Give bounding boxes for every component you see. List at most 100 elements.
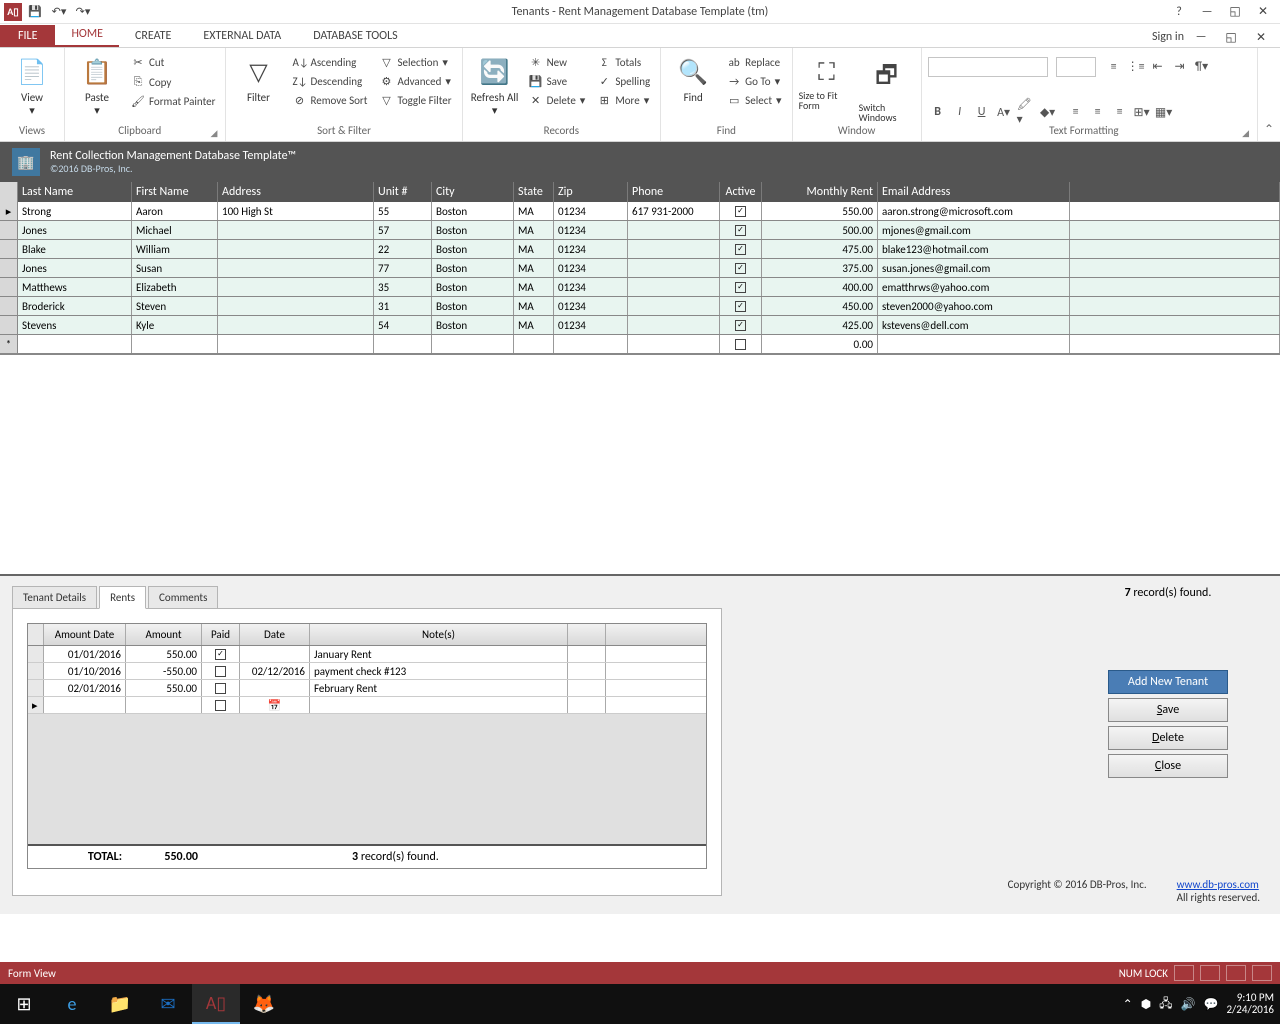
close-icon[interactable]: ✕ [1250,2,1276,22]
firefox-icon[interactable]: 🦊 [240,984,288,1024]
tab-external-data[interactable]: EXTERNAL DATA [187,25,297,47]
view-button[interactable]: 📄View▾ [6,54,58,117]
cut-button[interactable]: ✂Cut [127,54,219,71]
dropbox-icon[interactable]: ⬢ [1141,997,1151,1012]
switch-windows-button[interactable]: 🗗Switch Windows [859,54,915,123]
tab-file[interactable]: FILE [0,25,55,47]
col-city[interactable]: City [432,182,514,202]
rentcol-amount[interactable]: Amount [126,624,202,645]
collapse-ribbon-icon[interactable]: ⌃ [1258,48,1280,141]
size-to-fit-button[interactable]: ⛶Size to Fit Form [799,54,855,111]
tenant-row[interactable]: ▸StrongAaron100 High St55BostonMA0123461… [0,202,1280,221]
rent-new-row[interactable]: ▸ 📅 [28,697,706,714]
checkbox-icon[interactable]: ✓ [215,649,226,660]
date-picker-icon[interactable]: 📅 [240,697,310,713]
mdi-close-icon[interactable]: ✕ [1248,27,1274,47]
col-unit[interactable]: Unit # [374,182,432,202]
file-explorer-icon[interactable]: 📁 [96,984,144,1024]
align-center-icon[interactable]: ≡ [1088,103,1108,121]
checkbox-icon[interactable]: ✓ [735,225,746,236]
tenant-row[interactable]: JonesSusan77BostonMA01234✓375.00susan.jo… [0,259,1280,278]
delete-button[interactable]: Delete [1108,726,1228,750]
checkbox-icon[interactable]: ✓ [735,244,746,255]
tenant-row[interactable]: StevensKyle54BostonMA01234✓425.00ksteven… [0,316,1280,335]
selection-button[interactable]: ▽Selection▾ [375,54,455,71]
paste-button[interactable]: 📋Paste▾ [71,54,123,117]
copy-button[interactable]: ⎘Copy [127,73,219,91]
action-center-icon[interactable]: 💬 [1204,997,1219,1012]
bullets-icon[interactable]: ≡ [1104,58,1124,76]
redo-icon[interactable]: ↷▾ [72,2,94,22]
layout-view-icon[interactable] [1226,965,1246,981]
checkbox-icon[interactable]: ✓ [735,282,746,293]
gridlines-icon[interactable]: ⊞▾ [1132,103,1152,121]
restore-icon[interactable]: ◱ [1222,2,1248,22]
design-view-icon[interactable] [1252,965,1272,981]
align-right-icon[interactable]: ≡ [1110,103,1130,121]
mdi-restore-icon[interactable]: ◱ [1218,27,1244,47]
form-view-icon[interactable] [1174,965,1194,981]
tenant-row[interactable]: JonesMichael57BostonMA01234✓500.00mjones… [0,221,1280,240]
advanced-button[interactable]: ⚙Advanced▾ [375,73,455,90]
sign-in-link[interactable]: Sign in [1152,30,1184,44]
rentcol-notes[interactable]: Note(s) [310,624,568,645]
highlight-icon[interactable]: 🖍▾ [1016,103,1036,121]
col-lastname[interactable]: Last Name [18,182,132,202]
replace-button[interactable]: abReplace [723,54,785,71]
save-button[interactable]: Save [1108,698,1228,722]
help-icon[interactable]: ? [1166,2,1192,22]
filter-button[interactable]: ▽Filter [232,54,284,104]
col-rent[interactable]: Monthly Rent [762,182,878,202]
alternate-row-icon[interactable]: ▦▾ [1154,103,1174,121]
undo-icon[interactable]: ↶▾ [48,2,70,22]
access-icon[interactable]: A▯ [192,984,240,1024]
ascending-button[interactable]: A↓Ascending [288,54,371,71]
textformat-launcher-icon[interactable]: ◢ [1240,128,1251,139]
checkbox-icon[interactable]: ✓ [735,206,746,217]
tenant-new-row[interactable]: *0.00 [0,335,1280,354]
clock[interactable]: 9:10 PM 2/24/2016 [1226,992,1274,1016]
fill-color-icon[interactable]: ◆▾ [1038,103,1058,121]
spelling-button[interactable]: ✓Spelling [593,73,654,90]
rentcol-date[interactable]: Date [240,624,310,645]
tenant-row[interactable]: MatthewsElizabeth35BostonMA01234✓400.00e… [0,278,1280,297]
font-name-select[interactable] [928,57,1048,77]
delete-record-button[interactable]: ✕Delete▾ [525,92,590,109]
tab-home[interactable]: HOME [55,23,119,47]
find-button[interactable]: 🔍Find [667,54,719,104]
tab-database-tools[interactable]: DATABASE TOOLS [297,25,413,47]
edge-icon[interactable]: e [48,984,96,1024]
increase-indent-icon[interactable]: ⇥ [1170,58,1190,76]
refresh-all-button[interactable]: 🔄Refresh All▾ [469,54,521,117]
rentcol-amountdate[interactable]: Amount Date [44,624,126,645]
checkbox-icon[interactable] [735,339,746,350]
underline-icon[interactable]: U [972,103,992,121]
outlook-icon[interactable]: ✉ [144,984,192,1024]
col-address[interactable]: Address [218,182,374,202]
add-new-tenant-button[interactable]: Add New Tenant [1108,670,1228,694]
descending-button[interactable]: Z↓Descending [288,73,371,90]
more-button[interactable]: ⊞More▾ [593,92,654,109]
rent-row[interactable]: 01/01/2016550.00✓January Rent [28,646,706,663]
remove-sort-button[interactable]: ⊘Remove Sort [288,92,371,109]
volume-icon[interactable]: 🔊 [1181,997,1196,1012]
minimize-icon[interactable]: — [1194,2,1220,22]
totals-button[interactable]: ΣTotals [593,54,654,71]
font-size-select[interactable] [1056,57,1096,77]
save-icon[interactable]: 💾 [24,2,46,22]
col-phone[interactable]: Phone [628,182,720,202]
checkbox-icon[interactable] [215,683,226,694]
checkbox-icon[interactable] [215,666,226,677]
tab-create[interactable]: CREATE [119,25,187,47]
align-left-icon[interactable]: ≡ [1066,103,1086,121]
rentcol-paid[interactable]: Paid [202,624,240,645]
tenant-row[interactable]: BlakeWilliam22BostonMA01234✓475.00blake1… [0,240,1280,259]
rent-row[interactable]: 01/10/2016-550.0002/12/2016payment check… [28,663,706,680]
checkbox-icon[interactable]: ✓ [735,301,746,312]
tab-comments[interactable]: Comments [148,586,218,609]
font-color-icon[interactable]: A▾ [994,103,1014,121]
text-direction-icon[interactable]: ¶▾ [1192,58,1212,76]
col-state[interactable]: State [514,182,554,202]
rent-row[interactable]: 02/01/2016550.00February Rent [28,680,706,697]
bold-icon[interactable]: B [928,103,948,121]
